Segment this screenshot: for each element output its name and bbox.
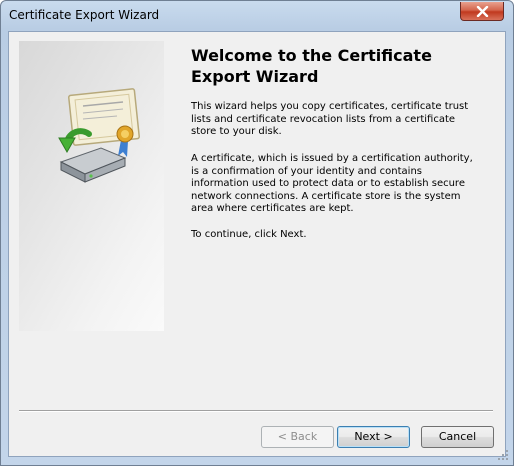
resize-grip-icon[interactable] bbox=[497, 449, 509, 461]
close-icon bbox=[476, 6, 489, 17]
wizard-description-2: A certificate, which is issued by a cert… bbox=[191, 153, 473, 214]
button-area-divider bbox=[19, 410, 493, 412]
wizard-side-panel bbox=[19, 41, 164, 331]
next-button[interactable]: Next > bbox=[337, 426, 410, 448]
certificate-export-icon bbox=[58, 88, 140, 183]
wizard-heading: Welcome to the Certificate Export Wizard bbox=[191, 46, 432, 86]
cancel-button[interactable]: Cancel bbox=[421, 426, 494, 448]
window-title: Certificate Export Wizard bbox=[9, 8, 160, 22]
close-button[interactable] bbox=[460, 2, 504, 21]
back-button[interactable]: < Back bbox=[261, 426, 334, 448]
title-bar[interactable]: Certificate Export Wizard bbox=[1, 1, 513, 31]
wizard-instruction: To continue, click Next. bbox=[191, 229, 307, 240]
wizard-description-1: This wizard helps you copy certificates,… bbox=[191, 101, 469, 137]
